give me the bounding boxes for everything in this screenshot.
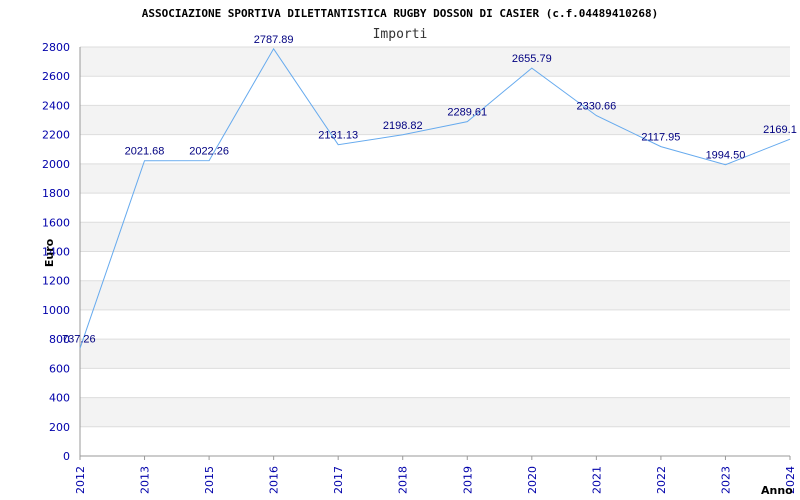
x-axis-label: Anno (761, 484, 793, 497)
x-tick-label: 2019 (461, 466, 474, 494)
x-tick-label: 2020 (526, 466, 539, 494)
x-tick-label: 2022 (655, 466, 668, 494)
data-label: 2131.13 (318, 130, 358, 142)
y-tick-label: 2600 (42, 70, 70, 83)
x-tick-label: 2012 (74, 466, 87, 494)
data-label: 2117.95 (641, 132, 680, 144)
x-tick-label: 2018 (397, 466, 410, 494)
data-label: 737.26 (62, 333, 96, 345)
plot-band (80, 47, 790, 77)
plot-bands (80, 47, 790, 427)
y-tick-label: 1600 (42, 216, 70, 229)
data-label: 2655.79 (512, 53, 552, 65)
data-label: 2330.66 (576, 101, 616, 113)
data-label: 2169.1 (763, 124, 797, 136)
x-tick-label: 2021 (590, 466, 603, 494)
y-tick-label: 1800 (42, 187, 70, 200)
plot-band (80, 222, 790, 252)
y-tick-label: 2200 (42, 129, 70, 142)
x-tick-label: 2023 (719, 466, 732, 494)
data-label: 2022.26 (189, 146, 229, 158)
data-label: 1994.50 (706, 150, 746, 162)
x-tick-label: 2013 (139, 466, 152, 494)
data-label: 2021.68 (125, 146, 165, 158)
y-tick-label: 2000 (42, 158, 70, 171)
y-tick-label: 2400 (42, 99, 70, 112)
y-axis-label: Euro (43, 238, 56, 267)
chart-title: ASSOCIAZIONE SPORTIVA DILETTANTISTICA RU… (142, 7, 659, 20)
y-tick-label: 400 (49, 392, 70, 405)
y-tick-label: 200 (49, 421, 70, 434)
x-tick-labels: 2012 2013 2015 2016 2017 2018 2019 2020 2021 2022… (74, 466, 797, 494)
plot-band (80, 397, 790, 427)
y-tick-label: 0 (63, 450, 70, 463)
data-label: 2787.89 (254, 34, 294, 46)
x-tick-label: 2017 (332, 466, 345, 494)
plot-band (80, 339, 790, 369)
y-tick-label: 1200 (42, 275, 70, 288)
y-tick-label: 600 (49, 362, 70, 375)
chart-subtitle: Importi (373, 27, 428, 42)
plot-band (80, 163, 790, 194)
plot-band (80, 105, 790, 135)
data-label: 2289.61 (447, 107, 487, 119)
plot-band (80, 280, 790, 310)
y-tick-label: 2800 (42, 41, 70, 54)
data-label: 2198.82 (383, 120, 423, 132)
line-chart: 0200400600800100012001400160018002000220… (42, 7, 797, 497)
y-tick-label: 1000 (42, 304, 70, 317)
x-tick-label: 2016 (268, 466, 281, 494)
x-tick-label: 2015 (203, 466, 216, 494)
